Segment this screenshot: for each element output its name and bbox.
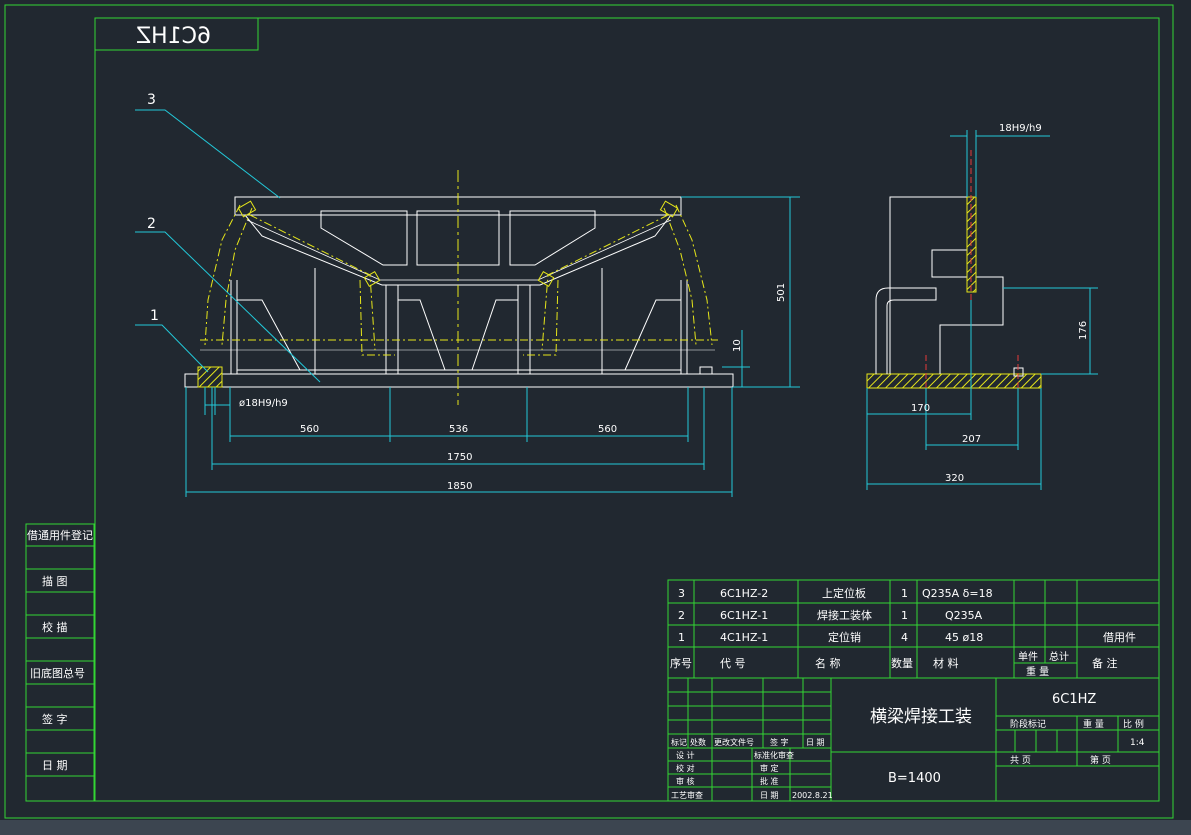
bom-row3-no: 3 bbox=[678, 587, 685, 600]
bom-row1-code: 4C1HZ-1 bbox=[720, 631, 768, 644]
stage-mark-label: 阶段标记 bbox=[1010, 718, 1046, 730]
part-leaders bbox=[135, 109, 321, 383]
dim-fit-top: 18H9/h9 bbox=[999, 123, 1042, 134]
dim-fit-bottom: ø18H9/h9 bbox=[239, 398, 288, 409]
drawing-frame bbox=[4, 4, 1174, 819]
weight-label: 重 量 bbox=[1083, 718, 1104, 730]
drawing-spec: B=1400 bbox=[888, 771, 941, 786]
drawing-number: 6C1HZ bbox=[1052, 692, 1096, 707]
bom-row2-no: 2 bbox=[678, 609, 685, 622]
rev-qty: 处数 bbox=[690, 737, 706, 747]
bom-row1-material: 45 ø18 bbox=[945, 631, 983, 644]
process-label: 工艺审查 bbox=[671, 790, 703, 800]
bom-row1-name: 定位销 bbox=[828, 630, 861, 644]
bom-header-no: 序号 bbox=[670, 656, 692, 670]
bom-row1-note: 借用件 bbox=[1103, 631, 1136, 644]
dim-176: 176 bbox=[1078, 321, 1089, 340]
stamp-mirrored-text: 6C1HZ bbox=[136, 24, 211, 49]
bom-header-unit: 单件 bbox=[1018, 651, 1038, 663]
body-inner-outline bbox=[246, 219, 672, 281]
bom-header-name: 名 称 bbox=[815, 656, 841, 670]
bom-row3-name: 上定位板 bbox=[822, 586, 866, 600]
front-view[interactable]: 3 2 1 ø18H9/h9 560 536 560 1750 1850 501… bbox=[135, 92, 800, 497]
review-label: 审 核 bbox=[676, 776, 695, 786]
date-value: 2002.8.21 bbox=[792, 791, 833, 800]
reg-label-sign: 签 字 bbox=[42, 712, 68, 726]
side-dimensions bbox=[866, 130, 1098, 490]
standard-label: 标准化审查 bbox=[754, 750, 794, 760]
dim-207: 207 bbox=[962, 434, 981, 445]
bom-header-qty: 数量 bbox=[891, 657, 913, 670]
window-left bbox=[320, 210, 408, 266]
bom-row2-material: Q235A bbox=[945, 609, 983, 622]
dim-10: 10 bbox=[732, 339, 743, 352]
bom-header-code: 代 号 bbox=[720, 657, 746, 670]
bom-row3-code: 6C1HZ-2 bbox=[720, 587, 768, 600]
dim-536: 536 bbox=[449, 424, 468, 435]
bom-header-material: 材 料 bbox=[933, 656, 959, 670]
rev-date: 日 期 bbox=[806, 738, 825, 747]
reg-label-borrow: 借通用件登记 bbox=[27, 528, 93, 542]
date-label: 日 期 bbox=[760, 791, 779, 800]
side-bracket bbox=[875, 287, 937, 374]
front-dimensions bbox=[185, 196, 800, 497]
bom-header-weight: 重 量 bbox=[1026, 665, 1049, 678]
bom-row3-material: Q235A δ=18 bbox=[922, 587, 993, 600]
audit-label: 审 定 bbox=[760, 763, 779, 773]
outer-border bbox=[4, 4, 1174, 819]
sheet-number: 第 页 bbox=[1090, 754, 1111, 766]
rev-sign: 签 字 bbox=[770, 737, 789, 747]
bom-row1-no: 1 bbox=[678, 631, 685, 644]
bom-header-note: 备 注 bbox=[1092, 656, 1118, 670]
design-label: 设 计 bbox=[676, 750, 695, 760]
reg-label-old-base: 旧底图总号 bbox=[30, 666, 85, 680]
base-plate bbox=[184, 373, 734, 388]
part-label-1: 1 bbox=[150, 308, 159, 324]
drawing-title: 横梁焊接工装 bbox=[870, 707, 972, 727]
bom-row2-code: 6C1HZ-1 bbox=[720, 609, 768, 622]
part-label-3: 3 bbox=[147, 92, 156, 108]
window-right bbox=[509, 210, 596, 266]
dim-560-right: 560 bbox=[598, 424, 617, 435]
dim-501: 501 bbox=[776, 283, 787, 302]
inner-border bbox=[94, 17, 1160, 802]
approve-label: 批 准 bbox=[760, 776, 779, 786]
side-view[interactable]: 18H9/h9 170 207 320 176 bbox=[866, 123, 1098, 490]
scale-label: 比 例 bbox=[1123, 718, 1144, 730]
bom-row2-qty: 1 bbox=[901, 609, 908, 622]
scale-value: 1:4 bbox=[1130, 738, 1145, 748]
status-bar bbox=[0, 820, 1191, 835]
cad-drawing-canvas[interactable]: 6C1HZ 借通用件登记 描 图 校 描 旧底图总号 签 字 日 期 3 2 1… bbox=[0, 0, 1191, 835]
dim-560-left: 560 bbox=[300, 424, 319, 435]
dim-1750: 1750 bbox=[447, 452, 472, 463]
bom-row3-qty: 1 bbox=[901, 587, 908, 600]
part-label-2: 2 bbox=[147, 216, 156, 232]
rev-mark: 标记 bbox=[671, 737, 687, 747]
bom-row2-name: 焊接工装体 bbox=[817, 608, 872, 622]
dim-320: 320 bbox=[945, 473, 964, 484]
locating-pin-right bbox=[699, 366, 713, 375]
locating-pin-left bbox=[197, 366, 223, 388]
side-body-outline bbox=[889, 196, 1004, 374]
bom-header-total: 总计 bbox=[1049, 650, 1069, 663]
bom-row1-qty: 4 bbox=[901, 631, 908, 644]
dim-170: 170 bbox=[911, 403, 930, 414]
sheets-total: 共 页 bbox=[1010, 755, 1031, 766]
reg-label-date: 日 期 bbox=[42, 759, 68, 772]
rev-doc: 更改文件号 bbox=[714, 737, 754, 747]
check-label: 校 对 bbox=[676, 763, 695, 773]
reg-label-check-trace: 校 描 bbox=[42, 620, 68, 634]
dim-1850: 1850 bbox=[447, 481, 472, 492]
reg-label-trace: 描 图 bbox=[42, 574, 68, 588]
